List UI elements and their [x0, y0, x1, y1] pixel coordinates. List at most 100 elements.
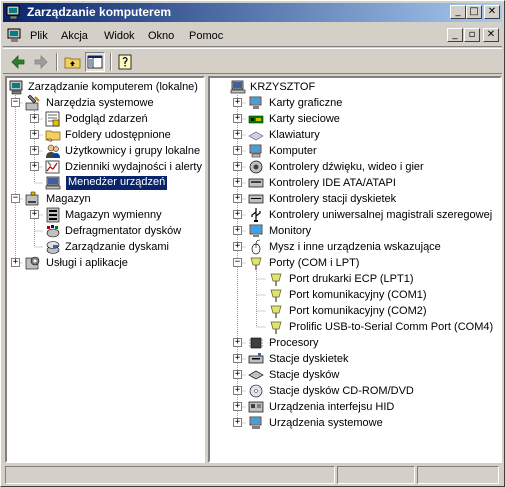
expand-toggle[interactable]: + [233, 178, 242, 187]
details-pane[interactable]: KRZYSZTOF + Karty graficzne + Karty sieciow… [208, 76, 502, 463]
cdrom-icon [249, 384, 263, 398]
expand-toggle[interactable]: + [233, 402, 242, 411]
forward-icon[interactable] [31, 52, 51, 72]
collapse-toggle[interactable]: − [11, 98, 20, 107]
expand-toggle[interactable]: + [233, 130, 242, 139]
device-stacje-dyskow[interactable]: Stacje dysków [248, 367, 500, 383]
device-kontrolery-uniwersalnej-magistrali-szeregowej[interactable]: Kontrolery uniwersalnej magistrali szere… [248, 207, 500, 223]
device-stacje-dyskow-cd-rom-dvd[interactable]: Stacje dysków CD-ROM/DVD [248, 383, 500, 399]
expand-toggle[interactable]: + [233, 242, 242, 251]
device-kontrolery-ide-ata-atapi[interactable]: Kontrolery IDE ATA/ATAPI [248, 175, 500, 191]
collapse-toggle[interactable]: − [233, 258, 242, 267]
tree-item-disk-management[interactable]: Zarządzanie dyskami [45, 239, 203, 255]
removable-storage-icon [46, 207, 60, 223]
menu-window[interactable]: Okno [148, 30, 174, 42]
device-karty-graficzne[interactable]: Karty graficzne [248, 95, 500, 111]
expand-toggle[interactable]: + [233, 226, 242, 235]
show-hide-tree-button[interactable] [85, 52, 105, 72]
device-klawiatury[interactable]: Klawiatury [248, 127, 500, 143]
tree-item-event-viewer[interactable]: Podgląd zdarzeń [45, 111, 203, 127]
device-tree-root[interactable]: KRZYSZTOF [210, 79, 500, 95]
tree-item-disk-defragmenter[interactable]: Defragmentator dysków [45, 223, 203, 239]
device-label: Stacje dysków CD-ROM/DVD [269, 385, 414, 397]
services-icon [25, 256, 40, 270]
expand-toggle[interactable]: + [30, 162, 39, 171]
device-label: Kontrolery dźwięku, wideo i gier [269, 161, 424, 173]
menu-action[interactable]: Akcja [61, 30, 88, 42]
tree-item-performance-logs[interactable]: Dzienniki wydajności i alerty [45, 159, 203, 175]
up-folder-icon[interactable] [63, 52, 83, 72]
status-panel-main [5, 466, 335, 484]
child-close-button[interactable]: ✕ [483, 28, 499, 42]
menu-file[interactable]: Plik [30, 30, 48, 42]
menu-help[interactable]: Pomoc [189, 30, 223, 42]
keyboard-icon [248, 131, 264, 141]
mdi-system-menu-icon[interactable] [7, 28, 23, 43]
expand-toggle[interactable]: + [11, 258, 20, 267]
expand-toggle[interactable]: + [233, 194, 242, 203]
expand-toggle[interactable]: + [30, 130, 39, 139]
device-label: Porty (COM i LPT) [269, 257, 360, 269]
expand-toggle[interactable]: + [233, 98, 242, 107]
minimize-button[interactable]: _ [450, 5, 466, 19]
help-icon[interactable] [116, 52, 136, 72]
device-karty-sieciowe[interactable]: Karty sieciowe [248, 111, 500, 127]
device-port-komunikacyjny-com1[interactable]: Port komunikacyjny (COM1) [268, 287, 500, 303]
device-port-komunikacyjny-com2[interactable]: Port komunikacyjny (COM2) [268, 303, 500, 319]
device-urzadzenia-interfejsu-hid[interactable]: Urządzenia interfejsu HID [248, 399, 500, 415]
device-stacje-dyskietek[interactable]: Stacje dyskietek [248, 351, 500, 367]
expand-toggle[interactable]: + [233, 162, 242, 171]
device-prolific-usb-to-serial-comm-port-com4[interactable]: Prolific USB-to-Serial Comm Port (COM4) [268, 319, 500, 335]
port-icon [250, 257, 262, 270]
device-label: Kontrolery IDE ATA/ATAPI [269, 177, 396, 189]
expand-toggle[interactable]: + [233, 418, 242, 427]
expand-toggle[interactable]: + [233, 386, 242, 395]
device-mysz-i-inne-urzadzenia-wskazujace[interactable]: Mysz i inne urządzenia wskazujące [248, 239, 500, 255]
device-port-drukarki-ecp-lpt1[interactable]: Port drukarki ECP (LPT1) [268, 271, 500, 287]
toolbar [3, 48, 502, 74]
child-minimize-button[interactable]: _ [447, 28, 463, 42]
perf-logs-icon [45, 160, 60, 174]
disk-management-icon [46, 241, 60, 254]
device-monitory[interactable]: Monitory [248, 223, 500, 239]
tree-root[interactable]: Zarządzanie komputerem (lokalne) [7, 79, 203, 95]
tree-item-storage[interactable]: Magazyn [25, 191, 203, 207]
device-label: Stacje dysków [269, 369, 340, 381]
console-tree-pane[interactable]: Zarządzanie komputerem (lokalne) − Narzę… [5, 76, 205, 463]
collapse-toggle[interactable]: − [11, 194, 20, 203]
expand-toggle[interactable]: + [233, 370, 242, 379]
maximize-button[interactable]: □ [466, 5, 482, 19]
expand-toggle[interactable]: + [30, 210, 39, 219]
device-label: Klawiatury [269, 129, 320, 141]
computer-icon [230, 80, 246, 94]
hid-icon [248, 401, 264, 413]
device-kontrolery-stacji-dyskietek[interactable]: Kontrolery stacji dyskietek [248, 191, 500, 207]
tree-item-removable-storage[interactable]: Magazyn wymienny [45, 207, 203, 223]
tree-item-device-manager[interactable]: Menedżer urządzeń [45, 175, 203, 191]
device-procesory[interactable]: Procesory [248, 335, 500, 351]
device-urzadzenia-systemowe[interactable]: Urządzenia systemowe [248, 415, 500, 431]
close-button[interactable]: ✕ [484, 5, 500, 19]
device-kontrolery-dzwieku-wideo-i-gier[interactable]: Kontrolery dźwięku, wideo i gier [248, 159, 500, 175]
device-komputer[interactable]: Komputer [248, 143, 500, 159]
device-porty-com-i-lpt[interactable]: Porty (COM i LPT) [248, 255, 500, 271]
child-restore-button[interactable]: ▫ [464, 28, 480, 42]
tree-item-services-applications[interactable]: Usługi i aplikacje [25, 255, 203, 271]
expand-toggle[interactable]: + [233, 338, 242, 347]
device-label: Procesory [269, 337, 319, 349]
tree-item-system-tools[interactable]: Narzędzia systemowe [25, 95, 203, 111]
expand-toggle[interactable]: + [233, 114, 242, 123]
expand-toggle[interactable]: + [233, 146, 242, 155]
title-bar[interactable]: Zarządzanie komputerem _ □ ✕ [3, 3, 502, 22]
back-icon[interactable] [8, 52, 28, 72]
expand-toggle[interactable]: + [233, 210, 242, 219]
menu-bar: Plik Akcja Widok Okno Pomoc _ ▫ ✕ [3, 25, 502, 47]
expand-toggle[interactable]: + [233, 354, 242, 363]
expand-toggle[interactable]: + [30, 114, 39, 123]
storage-icon [25, 191, 39, 206]
expand-toggle[interactable]: + [30, 146, 39, 155]
menu-view[interactable]: Widok [104, 30, 135, 42]
tree-item-local-users-groups[interactable]: Użytkownicy i grupy lokalne [45, 143, 203, 159]
tree-item-shared-folders[interactable]: Foldery udostępnione [45, 127, 203, 143]
device-label: Kontrolery stacji dyskietek [269, 193, 397, 205]
